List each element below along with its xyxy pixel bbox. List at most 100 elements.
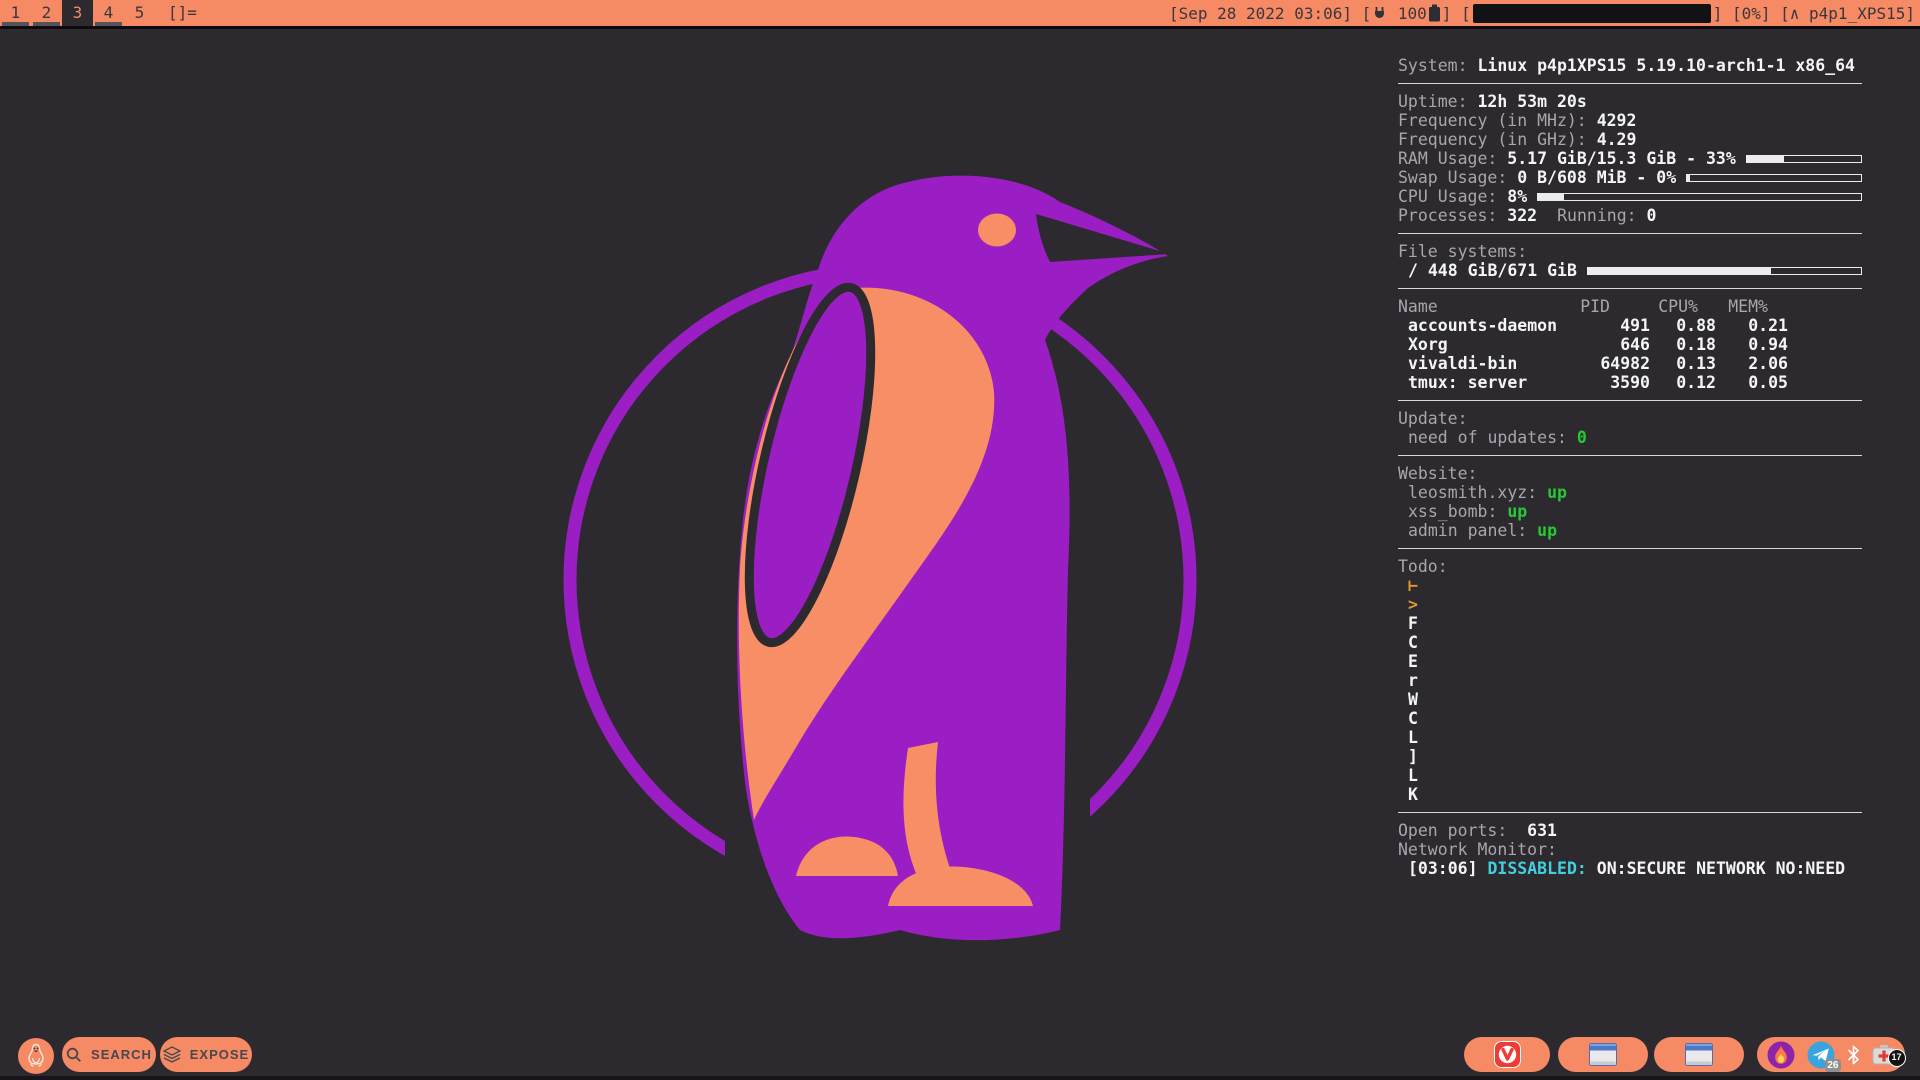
swap-progressbar xyxy=(1686,174,1862,182)
table-row: Xorg xyxy=(1398,335,1576,354)
cpu-label: CPU Usage: xyxy=(1398,187,1507,206)
battery-icon xyxy=(1428,4,1441,22)
desktop: 1 2 3 4 5 []= [Sep 28 2022 03:06] [ 100 … xyxy=(0,0,1920,1080)
open-ports-line: Open ports: 631 xyxy=(1398,821,1862,840)
freq-ghz-line: Frequency (in GHz): 4.29 xyxy=(1398,130,1862,149)
network-monitor-title: Network Monitor: xyxy=(1398,840,1862,859)
bluetooth-icon xyxy=(1847,1045,1860,1065)
todo-item: C xyxy=(1398,709,1862,728)
flame-icon xyxy=(1767,1041,1795,1069)
todo-item: W xyxy=(1398,690,1862,709)
open-ports-label: Open ports: xyxy=(1398,821,1527,840)
taskbar-window-1[interactable] xyxy=(1558,1037,1648,1072)
ram-value: 5.17 GiB/15.3 GiB - 33% xyxy=(1507,149,1735,168)
window-icon xyxy=(1589,1043,1617,1066)
workspace-tab-2[interactable]: 2 xyxy=(31,0,62,26)
fs-progressbar xyxy=(1587,267,1862,275)
website-status-line: admin panel: up xyxy=(1398,521,1862,540)
telegram-unread-badge: 26 xyxy=(1825,1059,1840,1072)
cpu-value: 8% xyxy=(1507,187,1527,206)
running-value: 0 xyxy=(1647,206,1657,225)
swap-value: 0 B/608 MiB - 0% xyxy=(1517,168,1676,187)
workspace-tab-3[interactable]: 3 xyxy=(62,0,93,26)
todo-item: F xyxy=(1398,614,1862,633)
fs-mount: / xyxy=(1408,261,1428,280)
processes-label: Processes: xyxy=(1398,206,1507,225)
col-header-cpu: CPU% xyxy=(1650,297,1716,316)
system-tray: 26 17 xyxy=(1757,1037,1905,1072)
bottom-edge-strip xyxy=(0,1076,1920,1080)
process-table: Name PID CPU% MEM% accounts-daemon 491 0… xyxy=(1398,297,1862,392)
taskbar-vivaldi-window[interactable] xyxy=(1464,1037,1550,1072)
website-title: Website: xyxy=(1398,464,1862,483)
open-ports-value: 631 xyxy=(1527,821,1557,840)
status-bracket: ] [ xyxy=(1442,4,1471,23)
uptime-value: 12h 53m 20s xyxy=(1477,92,1586,111)
status-datetime: [Sep 28 2022 03:06] [ xyxy=(1169,4,1371,23)
updates-value: 0 xyxy=(1577,428,1587,447)
expose-button[interactable]: EXPOSE xyxy=(160,1037,252,1072)
uptime-line: Uptime: 12h 53m 20s xyxy=(1398,92,1862,111)
tux-icon xyxy=(25,1043,47,1069)
workspace-tab-5[interactable]: 5 xyxy=(124,0,155,26)
vivaldi-icon xyxy=(1494,1041,1521,1068)
todo-item: > xyxy=(1398,595,1862,614)
table-row: tmux: server xyxy=(1398,373,1576,392)
swap-line: Swap Usage: 0 B/608 MiB - 0% xyxy=(1398,168,1862,187)
website-status-line: xss_bomb: up xyxy=(1398,502,1862,521)
launcher-button[interactable] xyxy=(18,1038,54,1074)
update-title: Update: xyxy=(1398,409,1862,428)
workspace-tab-1[interactable]: 1 xyxy=(0,0,31,26)
todo-item: K xyxy=(1398,785,1862,804)
filesystem-root-line: / 448 GiB/671 GiB xyxy=(1398,261,1862,280)
search-button-label: SEARCH xyxy=(91,1047,152,1062)
tray-flame-app[interactable] xyxy=(1767,1041,1795,1069)
todo-title: Todo: xyxy=(1398,557,1862,576)
cpu-line: CPU Usage: 8% xyxy=(1398,187,1862,206)
tray-telegram-app[interactable]: 26 xyxy=(1807,1041,1835,1069)
divider xyxy=(1398,233,1862,234)
search-button[interactable]: SEARCH xyxy=(62,1037,156,1072)
redacted-network-info xyxy=(1473,4,1711,23)
freq-ghz-value: 4.29 xyxy=(1597,130,1637,149)
freq-mhz-label: Frequency (in MHz): xyxy=(1398,111,1597,130)
search-icon xyxy=(66,1047,82,1063)
taskbar-window-2[interactable] xyxy=(1654,1037,1744,1072)
workspace-tab-4[interactable]: 4 xyxy=(93,0,124,26)
layout-symbol: []= xyxy=(168,0,197,26)
layers-icon xyxy=(163,1046,181,1063)
ram-line: RAM Usage: 5.17 GiB/15.3 GiB - 33% xyxy=(1398,149,1862,168)
power-plug-icon xyxy=(1372,6,1387,20)
divider xyxy=(1398,812,1862,813)
window-icon xyxy=(1685,1043,1713,1066)
col-header-pid: PID xyxy=(1576,297,1650,316)
statusbar-text: [Sep 28 2022 03:06] [ 100 ] [ ] [0%] [∧ … xyxy=(1169,0,1915,26)
todo-item: L xyxy=(1398,728,1862,747)
col-header-name: Name xyxy=(1398,297,1576,316)
firstaid-count-badge: 17 xyxy=(1888,1049,1906,1067)
system-value: Linux p4p1XPS15 5.19.10-arch1-1 x86_64 xyxy=(1477,56,1855,75)
system-line: System: Linux p4p1XPS15 5.19.10-arch1-1 … xyxy=(1398,56,1862,75)
running-label: Running: xyxy=(1557,206,1646,225)
todo-item: L xyxy=(1398,766,1862,785)
fs-value: 448 GiB/671 GiB xyxy=(1428,261,1577,280)
system-monitor-panel: System: Linux p4p1XPS15 5.19.10-arch1-1 … xyxy=(1398,56,1862,878)
divider xyxy=(1398,548,1862,549)
freq-mhz-value: 4292 xyxy=(1597,111,1637,130)
ram-progressbar xyxy=(1746,155,1862,163)
updates-line: need of updates: 0 xyxy=(1398,428,1862,447)
table-row: accounts-daemon xyxy=(1398,316,1576,335)
system-label: System: xyxy=(1398,56,1477,75)
todo-item: r xyxy=(1398,671,1862,690)
updates-label: need of updates: xyxy=(1408,428,1577,447)
tray-firstaid-app[interactable]: 17 xyxy=(1872,1044,1896,1065)
status-volume-host: ] [0%] [∧ p4p1_XPS15] xyxy=(1713,4,1915,23)
divider xyxy=(1398,83,1862,84)
processes-value: 322 xyxy=(1507,206,1537,225)
tray-bluetooth[interactable] xyxy=(1847,1045,1860,1065)
todo-item: ⊢ xyxy=(1398,576,1862,595)
divider xyxy=(1398,455,1862,456)
uptime-label: Uptime: xyxy=(1398,92,1477,111)
penguin-wallpaper xyxy=(500,130,1200,980)
todo-item: E xyxy=(1398,652,1862,671)
